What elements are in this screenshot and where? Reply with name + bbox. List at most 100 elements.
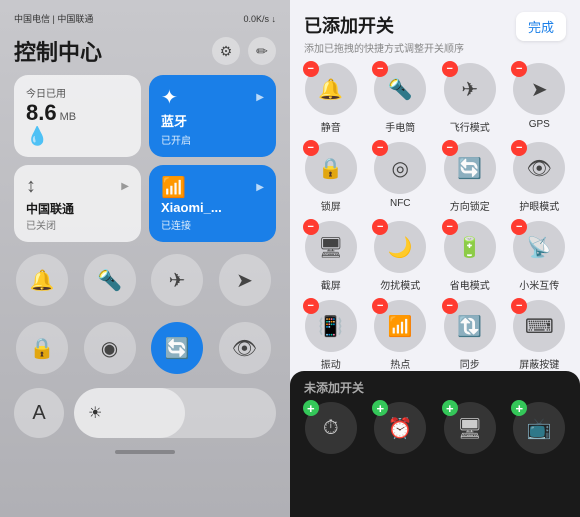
right-header: 已添加开关 添加已拖拽的快捷方式调整开关顺序 完成	[290, 0, 580, 63]
added-icon-wrap: ⌨ −	[513, 300, 565, 352]
added-label: 静音	[321, 119, 341, 134]
torch-icon-btn[interactable]: 🔦	[84, 254, 136, 306]
not-added-icon-wrap: ⏱ +	[305, 402, 357, 454]
not-added-icon-wrap: 🖥 +	[444, 402, 496, 454]
added-icon-wrap: ➤ −	[513, 63, 565, 115]
added-item-7[interactable]: 👁 − 护眼模式	[509, 142, 571, 213]
second-tiles-row: ↕ ▶ 中国联通 已关闭 📶 ▶ Xiaomi_... 已连接	[14, 165, 276, 242]
bell-icon-btn[interactable]: 🔔	[16, 254, 68, 306]
not-added-item-1[interactable]: ⏰ +	[370, 402, 432, 454]
added-icon-wrap: 📶 −	[374, 300, 426, 352]
edit-icon[interactable]: ✏	[248, 37, 276, 65]
remove-badge[interactable]: −	[303, 61, 319, 77]
icon-grid-1: 🔔 🔦 ✈ ➤	[14, 250, 276, 310]
added-item-11[interactable]: 📡 − 小米互传	[509, 221, 571, 292]
added-icon-wrap: ◎ −	[374, 142, 426, 194]
top-tiles-row: 今日已用 8.6 MB 💧 ✦ ▶ 蓝牙 已开启	[14, 75, 276, 157]
added-switches-grid: 🔔 − 静音 🔦 − 手电筒 ✈ − 飞行模式 ➤ − GPS 🔒 − 锁屏 ◎…	[290, 63, 580, 371]
nfc-icon-btn[interactable]: ◉	[84, 322, 136, 374]
lock-icon-btn[interactable]: 🔒	[16, 322, 68, 374]
bluetooth-tile[interactable]: ✦ ▶ 蓝牙 已开启	[149, 75, 276, 157]
not-added-grid: ⏱ + ⏰ + 🖥 + 📺 +	[300, 402, 570, 454]
rotation-icon-btn[interactable]: 🔄	[151, 322, 203, 374]
added-label: 锁屏	[321, 198, 341, 213]
title-icons: ⚙ ✏	[212, 37, 276, 65]
added-item-9[interactable]: 🌙 − 勿扰模式	[370, 221, 432, 292]
added-label: 勿扰模式	[380, 277, 420, 292]
not-added-item-0[interactable]: ⏱ +	[300, 402, 362, 454]
add-badge[interactable]: +	[442, 400, 458, 416]
title-row: 控制中心 ⚙ ✏	[14, 35, 276, 67]
eye-icon-btn[interactable]: 👁	[219, 322, 271, 374]
remove-badge[interactable]: −	[442, 219, 458, 235]
added-item-1[interactable]: 🔦 − 手电筒	[370, 63, 432, 134]
remove-badge[interactable]: −	[442, 61, 458, 77]
font-btn[interactable]: A	[14, 388, 64, 438]
not-added-item-2[interactable]: 🖥 +	[439, 402, 501, 454]
added-label: 振动	[321, 356, 341, 371]
not-added-item-3[interactable]: 📺 +	[509, 402, 571, 454]
added-item-4[interactable]: 🔒 − 锁屏	[300, 142, 362, 213]
speed-text: 0.0K/s ↓	[243, 14, 276, 24]
added-icon-wrap: 🌙 −	[374, 221, 426, 273]
added-label: 飞行模式	[450, 119, 490, 134]
added-icon-wrap: 🔄 −	[444, 142, 496, 194]
font-label: A	[32, 402, 45, 425]
added-icon-wrap: 📳 −	[305, 300, 357, 352]
home-indicator	[115, 450, 175, 454]
added-item-14[interactable]: 🔃 − 同步	[439, 300, 501, 371]
left-panel: 中国电信 | 中国联通 0.0K/s ↓ 控制中心 ⚙ ✏ 今日已用 8.6 M…	[0, 0, 290, 517]
wifi-sub: 已连接	[161, 217, 264, 232]
carrier-tile[interactable]: ↕ ▶ 中国联通 已关闭	[14, 165, 141, 242]
tile-date: 今日已用	[26, 85, 129, 100]
brightness-bar[interactable]: ☀	[74, 388, 276, 438]
not-added-icon-wrap: 📺 +	[513, 402, 565, 454]
bluetooth-sub: 已开启	[161, 132, 264, 147]
status-bar-left: 中国电信 | 中国联通 0.0K/s ↓	[14, 12, 276, 25]
gear-icon[interactable]: ⚙	[212, 37, 240, 65]
added-label: 小米互传	[519, 277, 559, 292]
remove-badge[interactable]: −	[303, 298, 319, 314]
arrow-icon: ▶	[256, 92, 264, 103]
added-label: 方向锁定	[450, 198, 490, 213]
remove-badge[interactable]: −	[442, 298, 458, 314]
added-item-3[interactable]: ➤ − GPS	[509, 63, 571, 134]
added-icon-wrap: 🔒 −	[305, 142, 357, 194]
added-label: NFC	[390, 198, 411, 209]
added-label: 热点	[390, 356, 410, 371]
added-label: 护眼模式	[519, 198, 559, 213]
added-label: 屏蔽按键	[519, 356, 559, 371]
bottom-row: A ☀	[14, 388, 276, 438]
water-tile[interactable]: 今日已用 8.6 MB 💧	[14, 75, 141, 157]
added-item-2[interactable]: ✈ − 飞行模式	[439, 63, 501, 134]
added-label: 截屏	[321, 277, 341, 292]
added-item-12[interactable]: 📳 − 振动	[300, 300, 362, 371]
remove-badge[interactable]: −	[303, 140, 319, 156]
right-panel: 已添加开关 添加已拖拽的快捷方式调整开关顺序 完成 🔔 − 静音 🔦 − 手电筒…	[290, 0, 580, 517]
added-item-6[interactable]: 🔄 − 方向锁定	[439, 142, 501, 213]
page-title: 控制中心	[14, 35, 102, 67]
added-item-8[interactable]: 🖥 − 截屏	[300, 221, 362, 292]
added-item-15[interactable]: ⌨ − 屏蔽按键	[509, 300, 571, 371]
airplane-icon-btn[interactable]: ✈	[151, 254, 203, 306]
carrier-label: 中国联通	[26, 200, 129, 217]
added-item-10[interactable]: 🔋 − 省电模式	[439, 221, 501, 292]
wifi-tile[interactable]: 📶 ▶ Xiaomi_... 已连接	[149, 165, 276, 242]
done-button[interactable]: 完成	[516, 12, 566, 41]
right-title: 已添加开关	[304, 12, 464, 38]
added-icon-wrap: 🖥 −	[305, 221, 357, 273]
added-label: 同步	[460, 356, 480, 371]
add-badge[interactable]: +	[303, 400, 319, 416]
added-label: 省电模式	[450, 277, 490, 292]
remove-badge[interactable]: −	[303, 219, 319, 235]
not-added-section: 未添加开关 ⏱ + ⏰ + 🖥 + 📺 +	[290, 371, 580, 517]
tile-value: 8.6	[26, 100, 57, 126]
added-item-5[interactable]: ◎ − NFC	[370, 142, 432, 213]
gps-icon-btn[interactable]: ➤	[219, 254, 271, 306]
remove-badge[interactable]: −	[442, 140, 458, 156]
added-icon-wrap: 📡 −	[513, 221, 565, 273]
added-icon-wrap: 🔔 −	[305, 63, 357, 115]
carrier-icon: ↕	[26, 175, 36, 198]
added-item-13[interactable]: 📶 − 热点	[370, 300, 432, 371]
added-item-0[interactable]: 🔔 − 静音	[300, 63, 362, 134]
